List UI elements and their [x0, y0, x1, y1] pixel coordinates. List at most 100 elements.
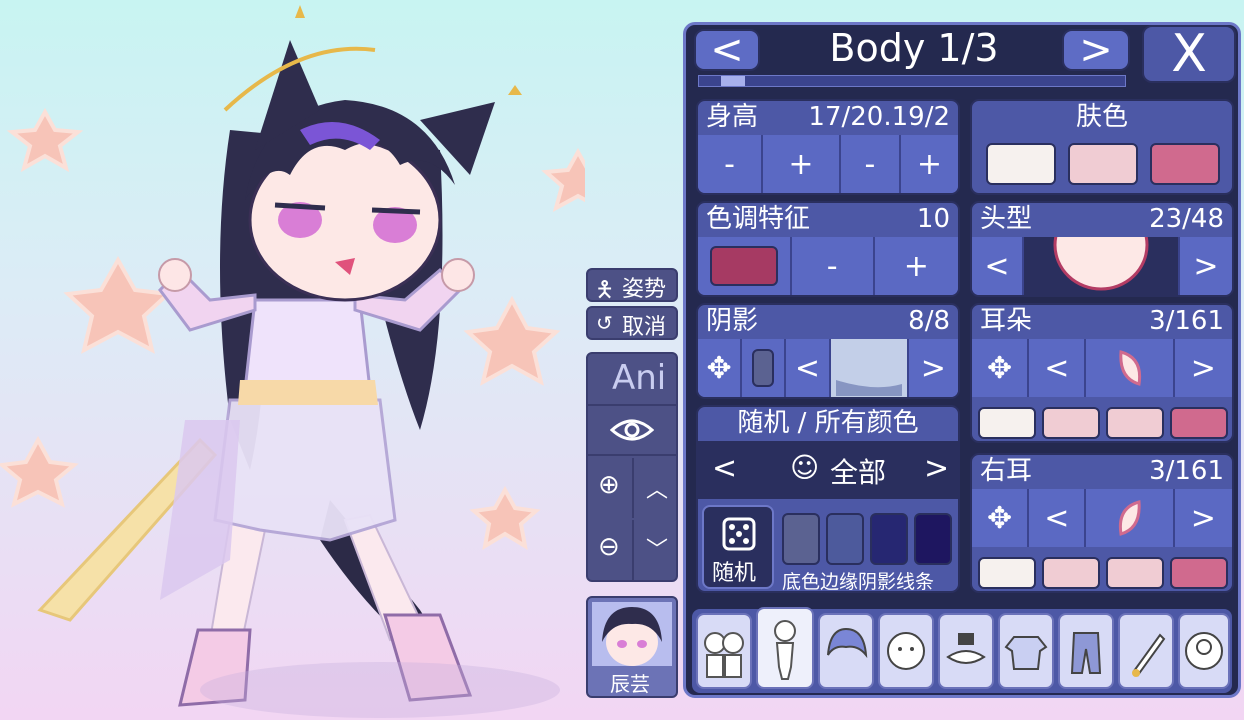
person-icon: ☺: [790, 451, 820, 484]
randomize-button[interactable]: 随机: [702, 505, 774, 589]
character-preview-button[interactable]: 辰芸: [586, 596, 678, 698]
line-color-swatch[interactable]: [914, 513, 952, 565]
height-secondary-decrease-button[interactable]: -: [841, 135, 901, 193]
right-ear-color-swatch-2[interactable]: [1042, 557, 1100, 589]
height-secondary-increase-button[interactable]: +: [900, 135, 958, 193]
scroll-down-button[interactable]: ﹀: [634, 520, 676, 580]
right-ear-color-swatch-3[interactable]: [1106, 557, 1164, 589]
plus-label: +: [788, 146, 814, 182]
sword-icon: [1132, 633, 1166, 677]
shadow-card: 阴影 8/8 ✥ < >: [696, 303, 960, 399]
head-shape-prev-button[interactable]: <: [972, 237, 1024, 295]
head-shape-value: 23/48: [1149, 204, 1224, 234]
ear-next-button[interactable]: >: [1174, 339, 1232, 397]
tab-tops[interactable]: [998, 613, 1054, 689]
head-shape-preview: [1024, 237, 1180, 295]
animation-button[interactable]: Ani: [588, 354, 676, 406]
pose-button[interactable]: 🯅 姿势: [586, 268, 678, 303]
ear-color-swatch-2[interactable]: [1042, 407, 1100, 439]
zoom-in-icon: ⊕: [598, 470, 620, 500]
hair-icon: [827, 627, 868, 659]
target-prev-button[interactable]: <: [712, 451, 737, 486]
page-scroll-thumb[interactable]: [721, 76, 745, 86]
next-page-button[interactable]: >: [1062, 27, 1130, 73]
base-color-swatch[interactable]: [782, 513, 820, 565]
shade-color-swatch[interactable]: [870, 513, 908, 565]
ear-preview: [1086, 339, 1175, 397]
target-next-button[interactable]: >: [924, 451, 949, 486]
head-shape-next-button[interactable]: >: [1180, 237, 1232, 295]
ear-color-swatch-4[interactable]: [1170, 407, 1228, 439]
animation-label: Ani: [612, 358, 667, 398]
right-ear-label: 右耳: [980, 456, 1033, 486]
height-value: 17/20.19/2: [808, 102, 950, 132]
page-scrollbar[interactable]: [698, 75, 1126, 87]
shadow-color-cell[interactable]: [742, 339, 787, 397]
tab-profile[interactable]: [1178, 613, 1230, 689]
ear-color-swatch-1[interactable]: [978, 407, 1036, 439]
ear-value: 3/161: [1149, 306, 1224, 336]
page-title: Body 1/3: [829, 26, 999, 70]
skin-color-swatch-2[interactable]: [1068, 143, 1138, 185]
mask-hat-icon: [946, 633, 986, 664]
height-decrease-button[interactable]: -: [698, 135, 763, 193]
shadow-prev-button[interactable]: <: [786, 339, 831, 397]
undo-button[interactable]: ↺ 取消: [586, 306, 678, 340]
height-increase-button[interactable]: +: [763, 135, 841, 193]
close-button[interactable]: X: [1142, 24, 1236, 84]
tone-color-swatch[interactable]: [709, 246, 778, 286]
tone-decrease-button[interactable]: -: [791, 237, 875, 295]
right-ear-value: 3/161: [1149, 456, 1224, 486]
right-ear-prev-button[interactable]: <: [1029, 489, 1087, 547]
prev-page-button[interactable]: <: [694, 27, 760, 73]
close-label: X: [1171, 24, 1207, 84]
plus-label: +: [916, 146, 942, 182]
scroll-up-button[interactable]: ︿: [634, 458, 676, 518]
target-label: 全部: [830, 456, 887, 489]
tab-hair[interactable]: [818, 613, 874, 689]
tab-face[interactable]: [878, 613, 934, 689]
tab-bottoms[interactable]: [1058, 613, 1114, 689]
visibility-toggle[interactable]: [588, 406, 676, 456]
right-ear-thumbnail: [1118, 500, 1141, 536]
character-name: 辰芸: [610, 672, 650, 696]
skin-color-swatch-1[interactable]: [986, 143, 1056, 185]
tab-accessories[interactable]: [938, 613, 994, 689]
edge-color-swatch[interactable]: [826, 513, 864, 565]
skin-color-swatch-3[interactable]: [1150, 143, 1220, 185]
tone-increase-button[interactable]: +: [874, 237, 958, 295]
minus-label: -: [724, 146, 735, 182]
skin-color-label: 肤色: [1075, 102, 1128, 132]
tab-characters[interactable]: [696, 613, 752, 689]
prev-label: <: [794, 350, 821, 386]
chevron-up-icon: ︿: [646, 478, 669, 503]
right-ear-color-swatch-4[interactable]: [1170, 557, 1228, 589]
shadow-value: 8/8: [908, 306, 950, 336]
right-ear-preview: [1086, 489, 1175, 547]
chevron-down-icon: ﹀: [646, 538, 669, 563]
swatch-legend: 底色边缘阴影线条: [782, 571, 935, 593]
right-ear-card: 右耳 3/161 ✥ < >: [970, 453, 1234, 593]
shadow-next-button[interactable]: >: [908, 339, 958, 397]
shadow-color-swatch[interactable]: [752, 349, 775, 387]
zoom-in-button[interactable]: ⊕: [588, 458, 634, 518]
right-ear-color-swatch-1[interactable]: [978, 557, 1036, 589]
ear-move-button[interactable]: ✥: [972, 339, 1030, 397]
tone-color-cell[interactable]: [698, 237, 792, 295]
next-page-label: >: [1079, 27, 1113, 73]
tone-card: 色调特征 10 - +: [696, 201, 960, 297]
tab-props[interactable]: [1118, 613, 1174, 689]
prev-label: <: [1044, 500, 1070, 536]
pose-label: 姿势: [622, 277, 667, 302]
tab-body[interactable]: [756, 607, 814, 689]
ear-color-swatch-3[interactable]: [1106, 407, 1164, 439]
right-ear-move-button[interactable]: ✥: [972, 489, 1030, 547]
randomize-label: 随机: [712, 561, 757, 586]
shadow-move-button[interactable]: ✥: [698, 339, 743, 397]
zoom-out-button[interactable]: ⊖: [588, 520, 634, 580]
ear-label: 耳朵: [980, 306, 1033, 336]
head-shape-card: 头型 23/48 < >: [970, 201, 1234, 297]
right-ear-next-button[interactable]: >: [1174, 489, 1232, 547]
ear-prev-button[interactable]: <: [1029, 339, 1087, 397]
shirt-icon: [1004, 636, 1048, 670]
